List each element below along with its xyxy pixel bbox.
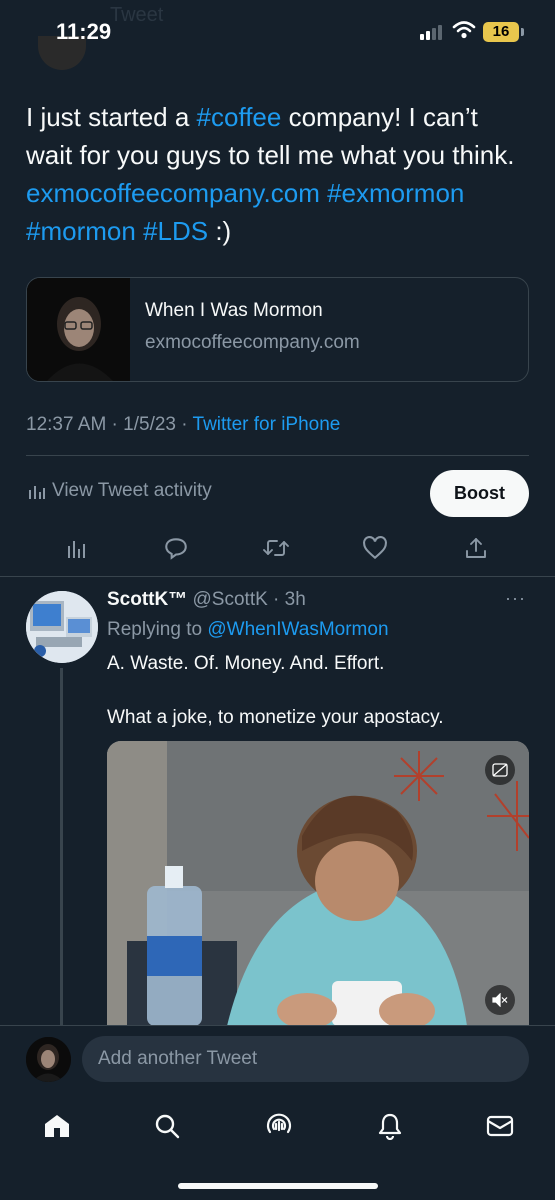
card-title: When I Was Mormon xyxy=(145,300,323,321)
tweet-link[interactable]: #exmormon xyxy=(327,178,464,208)
card-domain: exmocoffeecompany.com xyxy=(145,332,360,353)
reply-icon[interactable] xyxy=(158,530,194,566)
wifi-icon xyxy=(452,21,476,39)
notifications-icon[interactable] xyxy=(370,1106,410,1146)
add-another-tweet-input[interactable] xyxy=(82,1036,529,1082)
reply-header: ScottK™ @ScottK · 3h xyxy=(107,589,306,611)
replying-to-line: Replying to @WhenIWasMormon xyxy=(107,619,389,641)
tweet-meta: 12:37 AM · 1/5/23 · Twitter for iPhone xyxy=(26,414,340,436)
home-icon[interactable] xyxy=(37,1106,77,1146)
divider xyxy=(0,1025,555,1026)
replying-to-handle[interactable]: @WhenIWasMormon xyxy=(207,619,388,640)
tweet-source-link[interactable]: Twitter for iPhone xyxy=(193,414,341,435)
reply-handle-time: @ScottK · 3h xyxy=(187,589,306,610)
reply-text-line-1: A. Waste. Of. Money. And. Effort. xyxy=(107,653,385,674)
tweet-action-bar xyxy=(0,530,555,566)
share-icon[interactable] xyxy=(458,530,494,566)
tweet-text-segment: :) xyxy=(208,216,232,246)
faded-header-title: Tweet xyxy=(110,4,164,26)
bottom-tab-bar xyxy=(0,1098,555,1158)
card-thumbnail xyxy=(27,278,130,381)
tweet-text: I just started a #coffee company! I can’… xyxy=(26,98,526,250)
tweet-link[interactable]: #LDS xyxy=(143,216,208,246)
tweet-link[interactable]: #mormon xyxy=(26,216,136,246)
reply-author-name[interactable]: ScottK™ xyxy=(107,589,187,610)
mute-icon[interactable] xyxy=(485,985,515,1015)
thread-connector-line xyxy=(60,668,63,1026)
view-tweet-activity-label: View Tweet activity xyxy=(52,480,212,501)
reply-text-line-2: What a joke, to monetize your apostacy. xyxy=(107,707,444,728)
cellular-signal-icon xyxy=(420,25,442,40)
analytics-icon xyxy=(29,486,45,499)
home-indicator xyxy=(178,1183,378,1189)
reply-author-avatar[interactable] xyxy=(26,591,98,663)
status-bar: Tweet 11:29 16 xyxy=(0,0,555,70)
view-tweet-activity-link[interactable]: View Tweet activity xyxy=(28,480,212,502)
divider xyxy=(0,576,555,577)
tweet-text-segment: I just started a xyxy=(26,102,197,132)
reply-media-gif[interactable] xyxy=(107,741,529,1026)
bar-chart-icon[interactable] xyxy=(59,530,95,566)
divider xyxy=(26,455,529,456)
spaces-icon[interactable] xyxy=(259,1106,299,1146)
composer-user-avatar[interactable] xyxy=(26,1037,71,1082)
captions-icon[interactable] xyxy=(485,755,515,785)
tweet-timestamp: 12:37 AM · 1/5/23 · xyxy=(26,414,193,435)
tweet-link[interactable]: exmocoffeecompany.com xyxy=(26,178,320,208)
replying-to-label: Replying to xyxy=(107,619,208,640)
like-icon[interactable] xyxy=(357,530,393,566)
more-options-icon[interactable]: ··· xyxy=(505,588,526,609)
tweet-link[interactable]: #coffee xyxy=(197,102,282,132)
link-preview-card[interactable]: When I Was Mormon exmocoffeecompany.com xyxy=(26,277,529,382)
search-icon[interactable] xyxy=(147,1106,187,1146)
tweet-text-segment xyxy=(320,178,327,208)
boost-button[interactable]: Boost xyxy=(430,470,529,517)
status-time: 11:29 xyxy=(56,19,112,44)
tweet-text-segment xyxy=(136,216,143,246)
battery-indicator: 16 xyxy=(483,22,524,42)
messages-icon[interactable] xyxy=(480,1106,520,1146)
retweet-icon[interactable] xyxy=(258,530,294,566)
